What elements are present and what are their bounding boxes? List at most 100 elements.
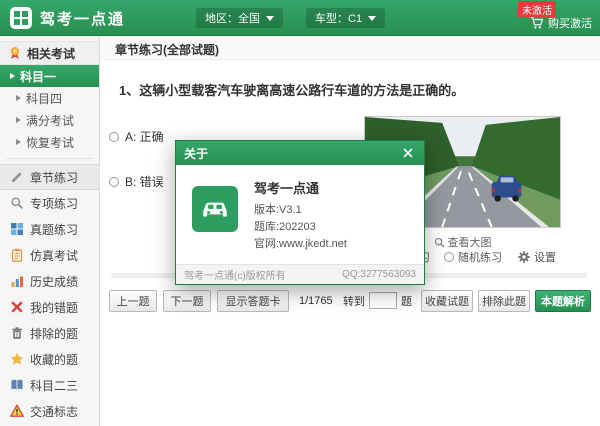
vehicle-dropdown[interactable]: 车型：C1: [306, 8, 386, 28]
option-b[interactable]: B: 错误: [109, 173, 164, 190]
mode-random-practice[interactable]: 随机练习: [444, 249, 502, 265]
sidebar-item-history-scores[interactable]: 历史成绩: [0, 268, 99, 294]
top-bar: 驾考一点通 地区：全国 车型：C1 未激活 购买激活: [0, 0, 600, 36]
goto-suffix-label: 题: [401, 295, 412, 308]
dialog-titlebar[interactable]: 关于: [176, 141, 424, 165]
favorite-question-button[interactable]: 收藏试题: [421, 290, 473, 312]
grid-chart-icon: [9, 222, 24, 237]
gear-icon: [516, 250, 531, 265]
arrow-right-icon: [16, 95, 21, 101]
sidebar-item-real-questions[interactable]: 真题练习: [0, 216, 99, 242]
sidebar-item-recovery-exam[interactable]: 恢复考试: [0, 131, 99, 153]
arrow-right-icon: [16, 139, 21, 145]
pager-bar: 上一题 下一题 显示答题卡 1/1765 转到 题 收藏试题 排除此题 本题解析: [101, 290, 600, 316]
sidebar-item-label: 科目一: [20, 69, 57, 84]
show-answer-card-button[interactable]: 显示答题卡: [217, 290, 289, 312]
trash-icon: [9, 326, 24, 341]
pencil-icon: [9, 170, 24, 185]
sidebar-item-my-mistakes[interactable]: 我的错题: [0, 294, 99, 320]
dialog-copyright: 驾考一点通(c)版权所有: [184, 271, 286, 282]
bar-chart-icon: [9, 274, 24, 289]
mode-label: 随机练习: [458, 252, 502, 264]
sidebar-item-label: 真题练习: [30, 222, 79, 237]
option-a[interactable]: A: 正确: [109, 128, 164, 145]
radio-icon[interactable]: [444, 252, 454, 262]
sidebar-item-favorited-questions[interactable]: 收藏的题: [0, 346, 99, 372]
goto-question-input[interactable]: [369, 292, 397, 309]
sidebar-item-subject-four[interactable]: 科目四: [0, 87, 99, 109]
sidebar-section-exams[interactable]: 相关考试: [0, 41, 99, 65]
car-icon: [192, 186, 238, 232]
radio-icon[interactable]: [109, 131, 119, 142]
warning-sign-icon: [9, 404, 24, 419]
chevron-down-icon: [368, 15, 377, 21]
radio-icon[interactable]: [109, 176, 119, 187]
sidebar-item-excluded-questions[interactable]: 排除的题: [0, 320, 99, 346]
dialog-app-name: 驾考一点通: [254, 181, 320, 196]
chevron-down-icon: [266, 15, 274, 21]
sidebar-item-label: 恢复考试: [26, 135, 75, 150]
dialog-footer: 驾考一点通(c)版权所有 QQ:3277563093: [176, 264, 424, 284]
sidebar-item-label: 仿真考试: [30, 248, 79, 263]
sidebar-item-label: 科目二三: [30, 378, 79, 393]
question-text: 1、这辆小型载客汽车驶离高速公路行车道的方法是正确的。: [119, 83, 465, 98]
sidebar: 相关考试 科目一 科目四 满分考试 恢复考试 章节练习 专项练习 真题练习 仿真…: [0, 36, 100, 426]
cart-icon: [529, 16, 544, 31]
dialog-title: 关于: [184, 146, 209, 161]
sidebar-item-label: 科目四: [26, 91, 63, 106]
dialog-body: 驾考一点通 版本:V3.1 题库:202203 官网:www.jkedt.net: [176, 165, 424, 264]
sidebar-item-subject-one[interactable]: 科目一: [0, 65, 99, 87]
prev-question-button[interactable]: 上一题: [109, 290, 157, 312]
buy-activation-label: 购买激活: [548, 18, 592, 30]
goto-label: 转到: [343, 295, 365, 308]
about-dialog: 关于 驾考一点通 版本:V3.1 题库:202203 官网:www.jkedt.…: [175, 140, 425, 285]
dialog-question-bank: 题库:202203: [254, 221, 316, 233]
arrow-right-icon: [10, 73, 15, 79]
sidebar-item-label: 满分考试: [26, 113, 75, 128]
next-question-button[interactable]: 下一题: [163, 290, 211, 312]
sidebar-item-label: 专项练习: [30, 196, 79, 211]
buy-activation-button[interactable]: 购买激活: [529, 15, 592, 31]
region-label: 地区：全国: [205, 13, 260, 25]
sidebar-item-label: 章节练习: [30, 170, 79, 185]
sidebar-item-full-score-exam[interactable]: 满分考试: [0, 109, 99, 131]
medal-icon: [7, 46, 22, 61]
sidebar-item-label: 交通标志: [30, 404, 79, 419]
option-a-label: A: 正确: [125, 130, 164, 144]
dialog-website[interactable]: 官网:www.jkedt.net: [254, 236, 347, 253]
dialog-version: 版本:V3.1: [254, 204, 302, 216]
goto-question-group: 转到 题: [343, 292, 412, 309]
option-b-label: B: 错误: [125, 175, 164, 189]
magnifier-icon: [9, 196, 24, 211]
sidebar-item-label: 排除的题: [30, 326, 79, 341]
app-title: 驾考一点通: [40, 11, 126, 28]
sidebar-item-special-practice[interactable]: 专项练习: [0, 190, 99, 216]
sidebar-item-subjects-two-three[interactable]: 科目二三: [0, 372, 99, 398]
vehicle-label: 车型：C1: [315, 13, 363, 25]
app-logo-icon: [10, 7, 32, 29]
book-icon: [9, 378, 24, 393]
question-position: 1/1765: [299, 295, 333, 307]
app-window: 驾考一点通 地区：全国 车型：C1 未激活 购买激活 相关考试 科目一 科目四 …: [0, 0, 600, 426]
sidebar-item-label: 历史成绩: [30, 274, 79, 289]
sidebar-item-label: 收藏的题: [30, 352, 79, 367]
region-dropdown[interactable]: 地区：全国: [196, 8, 283, 28]
arrow-right-icon: [16, 117, 21, 123]
settings-label: 设置: [534, 252, 556, 264]
magnifier-icon: [434, 237, 445, 248]
sidebar-item-chapter-practice[interactable]: 章节练习: [0, 164, 99, 190]
sidebar-item-mock-exam[interactable]: 仿真考试: [0, 242, 99, 268]
main-title-bar: 章节练习(全部试题): [101, 36, 600, 60]
question-analysis-button[interactable]: 本题解析: [535, 290, 591, 312]
dialog-info: 驾考一点通 版本:V3.1 题库:202203 官网:www.jkedt.net: [254, 178, 347, 253]
sidebar-item-traffic-signs[interactable]: 交通标志: [0, 398, 99, 424]
clipboard-icon: [9, 248, 24, 263]
sidebar-divider: [6, 158, 93, 159]
dialog-qq: QQ:3277563093: [342, 269, 416, 280]
sidebar-item-label: 我的错题: [30, 300, 79, 315]
close-icon[interactable]: [400, 145, 416, 161]
settings-button[interactable]: 设置: [516, 249, 556, 265]
star-icon: [9, 352, 24, 367]
section-label: 相关考试: [27, 46, 76, 61]
exclude-question-button[interactable]: 排除此题: [478, 290, 530, 312]
